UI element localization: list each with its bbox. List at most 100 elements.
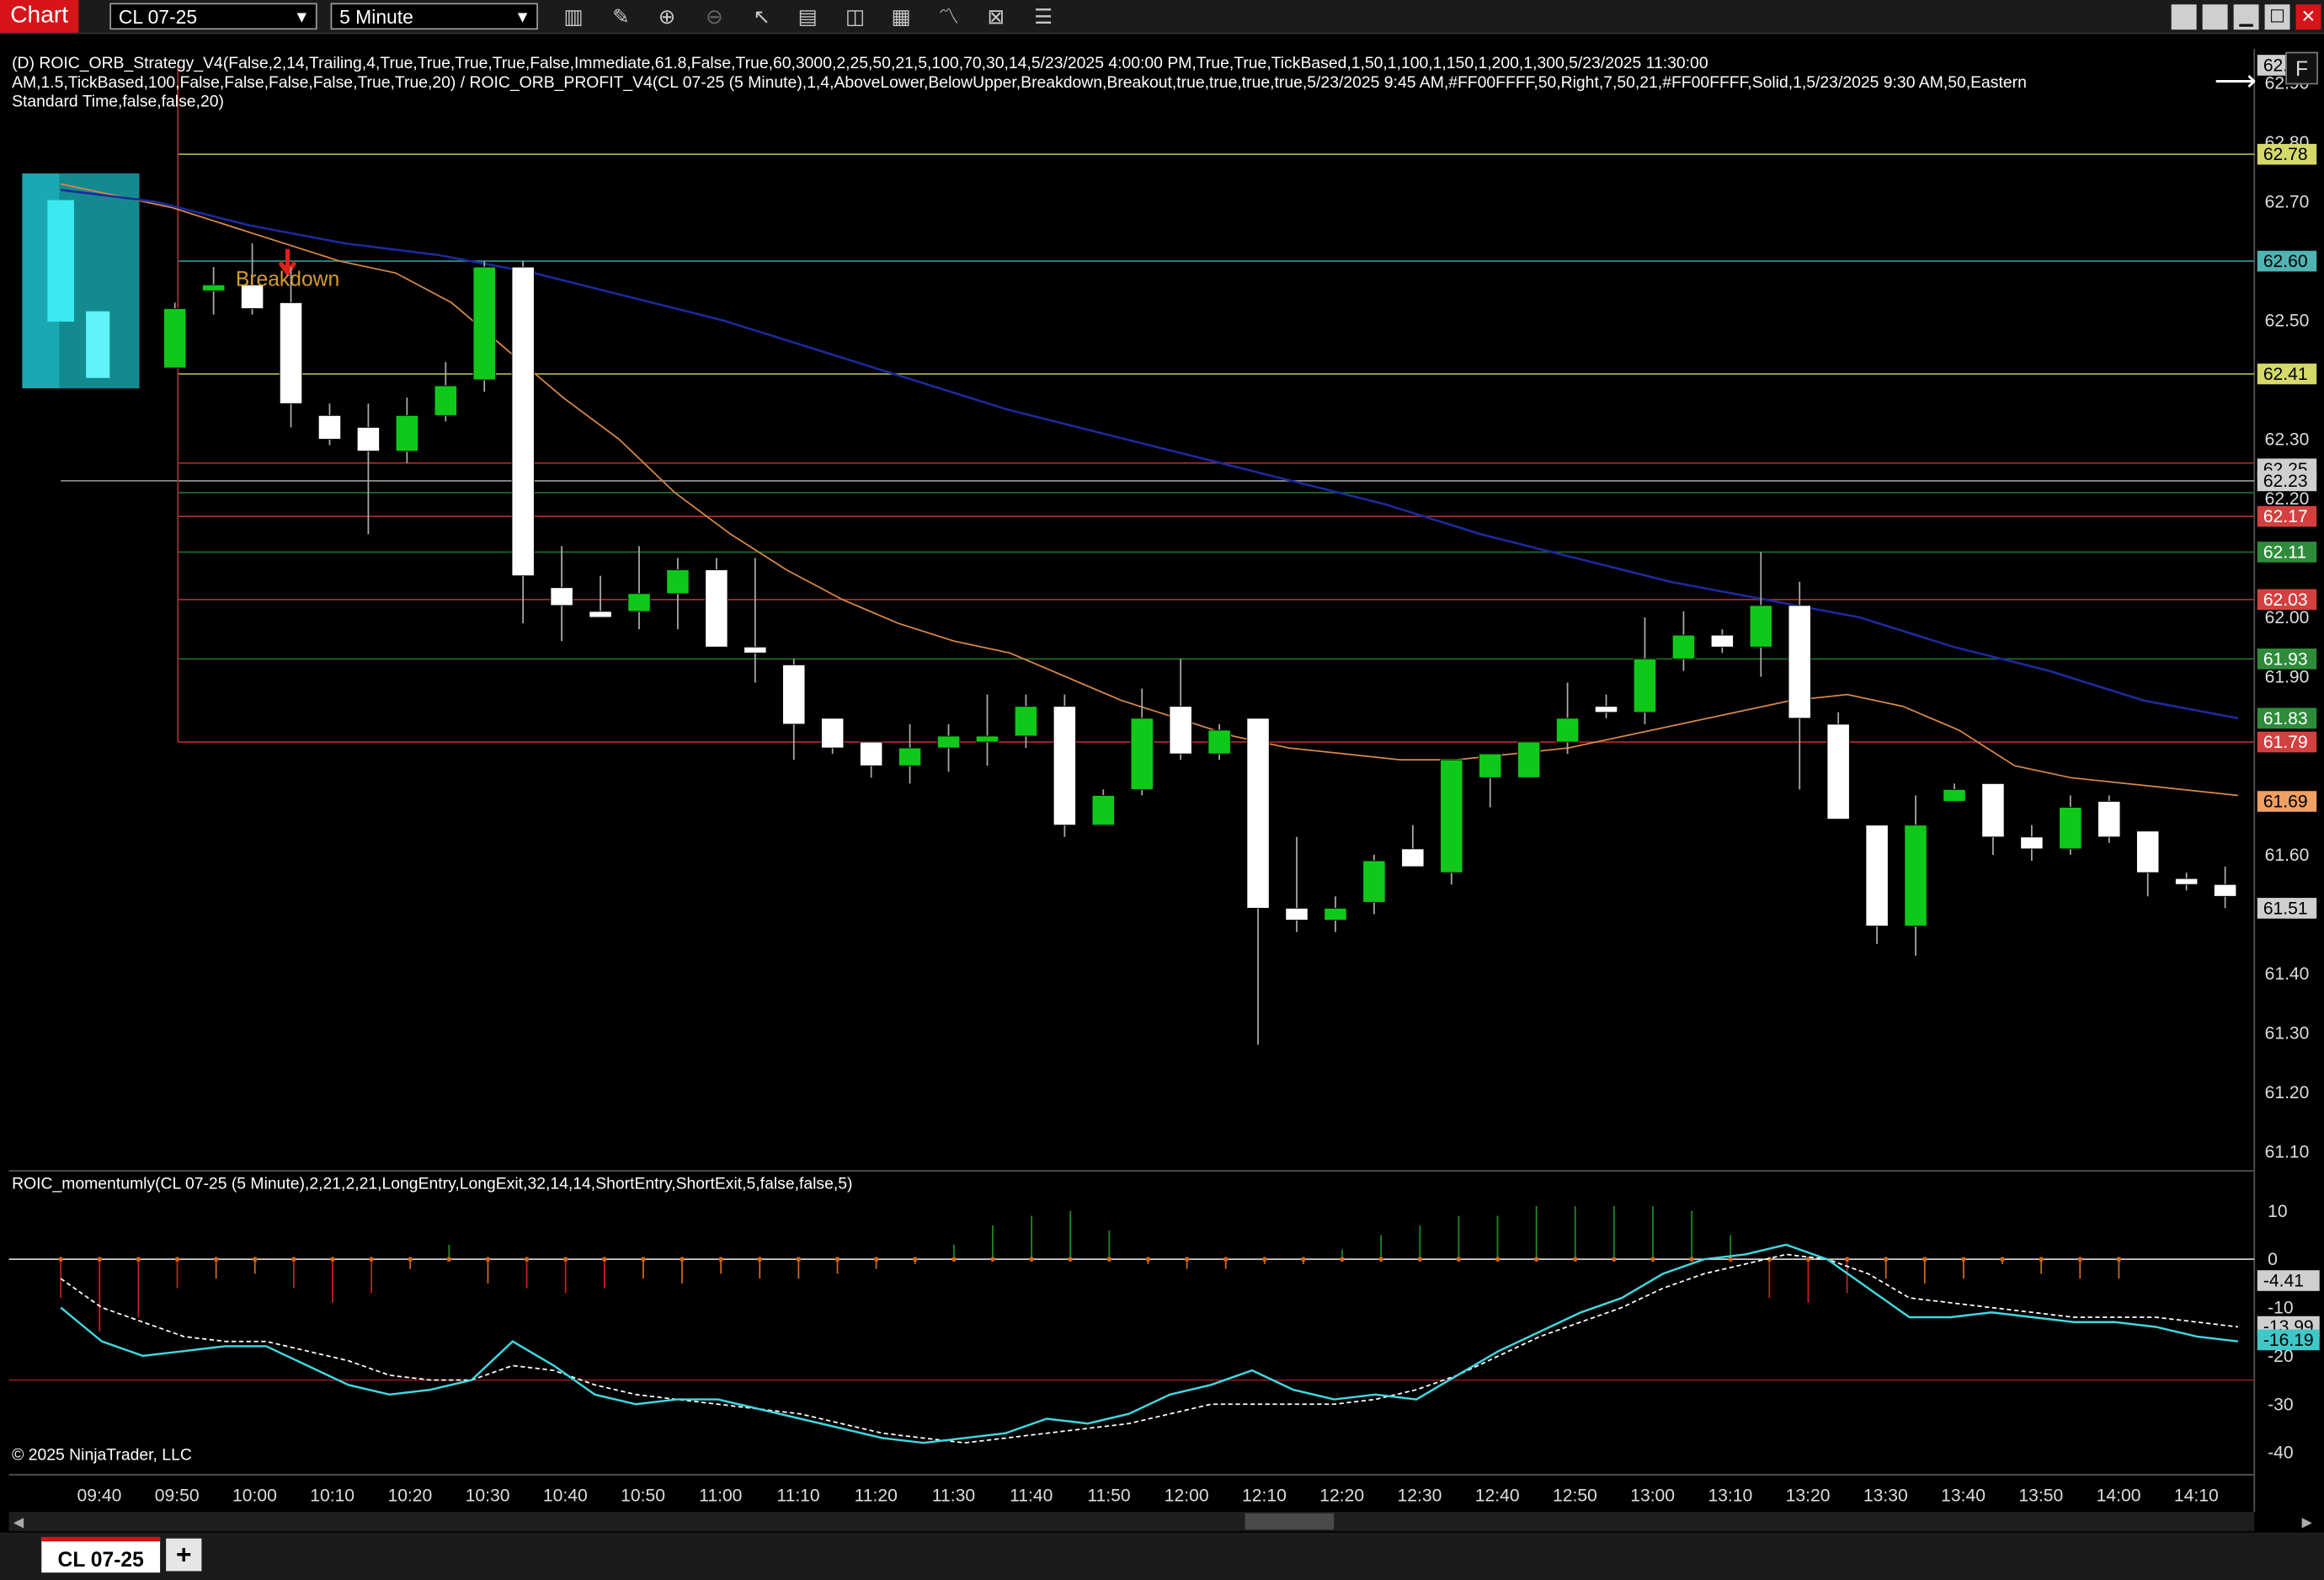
candle-up: [1943, 788, 1966, 802]
candle-down: [279, 302, 303, 404]
candle-up: [1440, 759, 1463, 873]
price-tick-label: 61.90: [2265, 668, 2310, 687]
candle-down: [1053, 706, 1076, 826]
oscillator-dot: [524, 1257, 530, 1262]
oscillator-dot: [446, 1257, 452, 1262]
oscillator-dot: [485, 1257, 491, 1262]
price-tick-label: 61.20: [2265, 1083, 2310, 1102]
time-axis-label: 09:40: [77, 1487, 122, 1506]
time-axis-label: 12:40: [1475, 1487, 1520, 1506]
orb-box-candle: [47, 200, 75, 322]
time-axis-label: 12:50: [1553, 1487, 1597, 1506]
candle-up: [1362, 860, 1386, 903]
price-tag-label: 61.83: [2263, 709, 2308, 729]
scroll-right-icon[interactable]: ▶: [2302, 1516, 2313, 1530]
oscillator-dot: [1378, 1257, 1383, 1262]
oscillator-tick-label: -10: [2268, 1299, 2294, 1318]
candle-down: [860, 741, 883, 766]
price-tick-label: 62.20: [2265, 489, 2310, 509]
tab-cl-07-25[interactable]: CL 07-25: [41, 1536, 161, 1573]
candle-up: [898, 747, 922, 766]
candle-up: [1671, 634, 1696, 659]
oscillator-dot: [1612, 1257, 1617, 1262]
oscillator-dot: [1883, 1257, 1889, 1262]
candle-down: [821, 718, 845, 749]
time-axis-label: 10:20: [387, 1487, 432, 1506]
oscillator-dot: [641, 1257, 646, 1262]
time-axis-label: 11:10: [776, 1487, 819, 1506]
candle-up: [666, 569, 690, 595]
time-axis-label: 12:20: [1319, 1487, 1364, 1506]
time-axis-label: 11:50: [1087, 1487, 1130, 1506]
oscillator-dot: [718, 1257, 723, 1262]
candle-up: [1130, 718, 1154, 790]
oscillator-dot: [1961, 1257, 1966, 1262]
candle-down: [1594, 706, 1618, 713]
strategy-info-line-3: Standard Time,false,false,20): [12, 93, 224, 111]
price-tag-label: 61.79: [2263, 733, 2308, 752]
copyright-text: © 2025 NinjaTrader, LLC: [12, 1446, 192, 1465]
breakdown-label: Breakdown: [235, 266, 340, 291]
add-tab-button[interactable]: +: [166, 1538, 202, 1572]
candle-down: [1710, 634, 1734, 648]
candle-down: [511, 266, 535, 577]
oscillator-dot: [1301, 1257, 1306, 1262]
price-tag-label: 62.23: [2263, 472, 2308, 491]
oscillator-dot: [951, 1257, 957, 1262]
candle-down: [744, 646, 767, 654]
price-tick-label: 61.60: [2265, 846, 2310, 865]
arrow-right-icon: ⟶: [2214, 65, 2257, 99]
candle-down: [1401, 848, 1425, 867]
oscillator-dot: [1650, 1257, 1655, 1262]
time-axis-label: 09:50: [155, 1487, 200, 1506]
price-tag-label: 62.11: [2263, 542, 2306, 562]
oscillator-dot: [1417, 1257, 1423, 1262]
candle-up: [975, 735, 999, 743]
candle-down: [782, 664, 806, 725]
oscillator-dot: [1456, 1257, 1462, 1262]
candle-up: [163, 308, 187, 369]
oscillator-dot: [1533, 1257, 1539, 1262]
oscillator-dot: [1145, 1257, 1151, 1262]
price-chart[interactable]: 62.9062.8062.7062.5062.3062.2062.0061.90…: [0, 0, 2324, 1533]
candle-up: [472, 266, 496, 381]
time-axis-label: 10:00: [232, 1487, 277, 1506]
time-axis-label: 10:30: [466, 1487, 510, 1506]
oscillator-tick-label: -30: [2268, 1395, 2294, 1414]
oscillator-dot: [2000, 1257, 2005, 1262]
candle-down: [2097, 801, 2121, 838]
oscillator-dot: [757, 1257, 763, 1262]
candle-up: [202, 284, 226, 291]
oscillator-dot: [136, 1257, 141, 1262]
horizontal-scrollbar[interactable]: [8, 1512, 2255, 1531]
oscillator-dot: [213, 1257, 219, 1262]
oscillator-dot: [990, 1257, 995, 1262]
candle-up: [1633, 658, 1657, 713]
scale-toggle-button[interactable]: F: [2285, 51, 2318, 85]
time-axis-label: 14:10: [2174, 1487, 2219, 1506]
time-axis-label: 11:00: [699, 1487, 742, 1506]
oscillator-dot: [97, 1257, 103, 1262]
oscillator-dot: [601, 1257, 607, 1262]
oscillator-dot: [1106, 1257, 1112, 1262]
candle-down: [2136, 830, 2160, 873]
scrollbar-thumb[interactable]: [1245, 1513, 1335, 1530]
time-axis-label: 11:20: [855, 1487, 898, 1506]
time-axis-label: 10:10: [310, 1487, 354, 1506]
oscillator-dot: [369, 1257, 374, 1262]
price-tag-label: 62.17: [2263, 507, 2308, 526]
oscillator-dot: [330, 1257, 335, 1262]
price-tick-label: 61.40: [2265, 964, 2310, 984]
candle-down: [2175, 878, 2199, 885]
candle-up: [434, 385, 457, 416]
time-axis-label: 12:00: [1165, 1487, 1209, 1506]
candle-down: [589, 611, 612, 618]
price-tag-label: 61.51: [2263, 899, 2308, 918]
time-axis-label: 13:00: [1630, 1487, 1675, 1506]
oscillator-value-label: -4.41: [2263, 1272, 2304, 1291]
oscillator-dot: [1495, 1257, 1500, 1262]
candle-down: [356, 426, 381, 452]
scroll-left-icon[interactable]: ◀: [13, 1516, 24, 1530]
time-axis-label: 13:30: [1863, 1487, 1908, 1506]
tab-bar: CL 07-25 +: [0, 1532, 2324, 1580]
